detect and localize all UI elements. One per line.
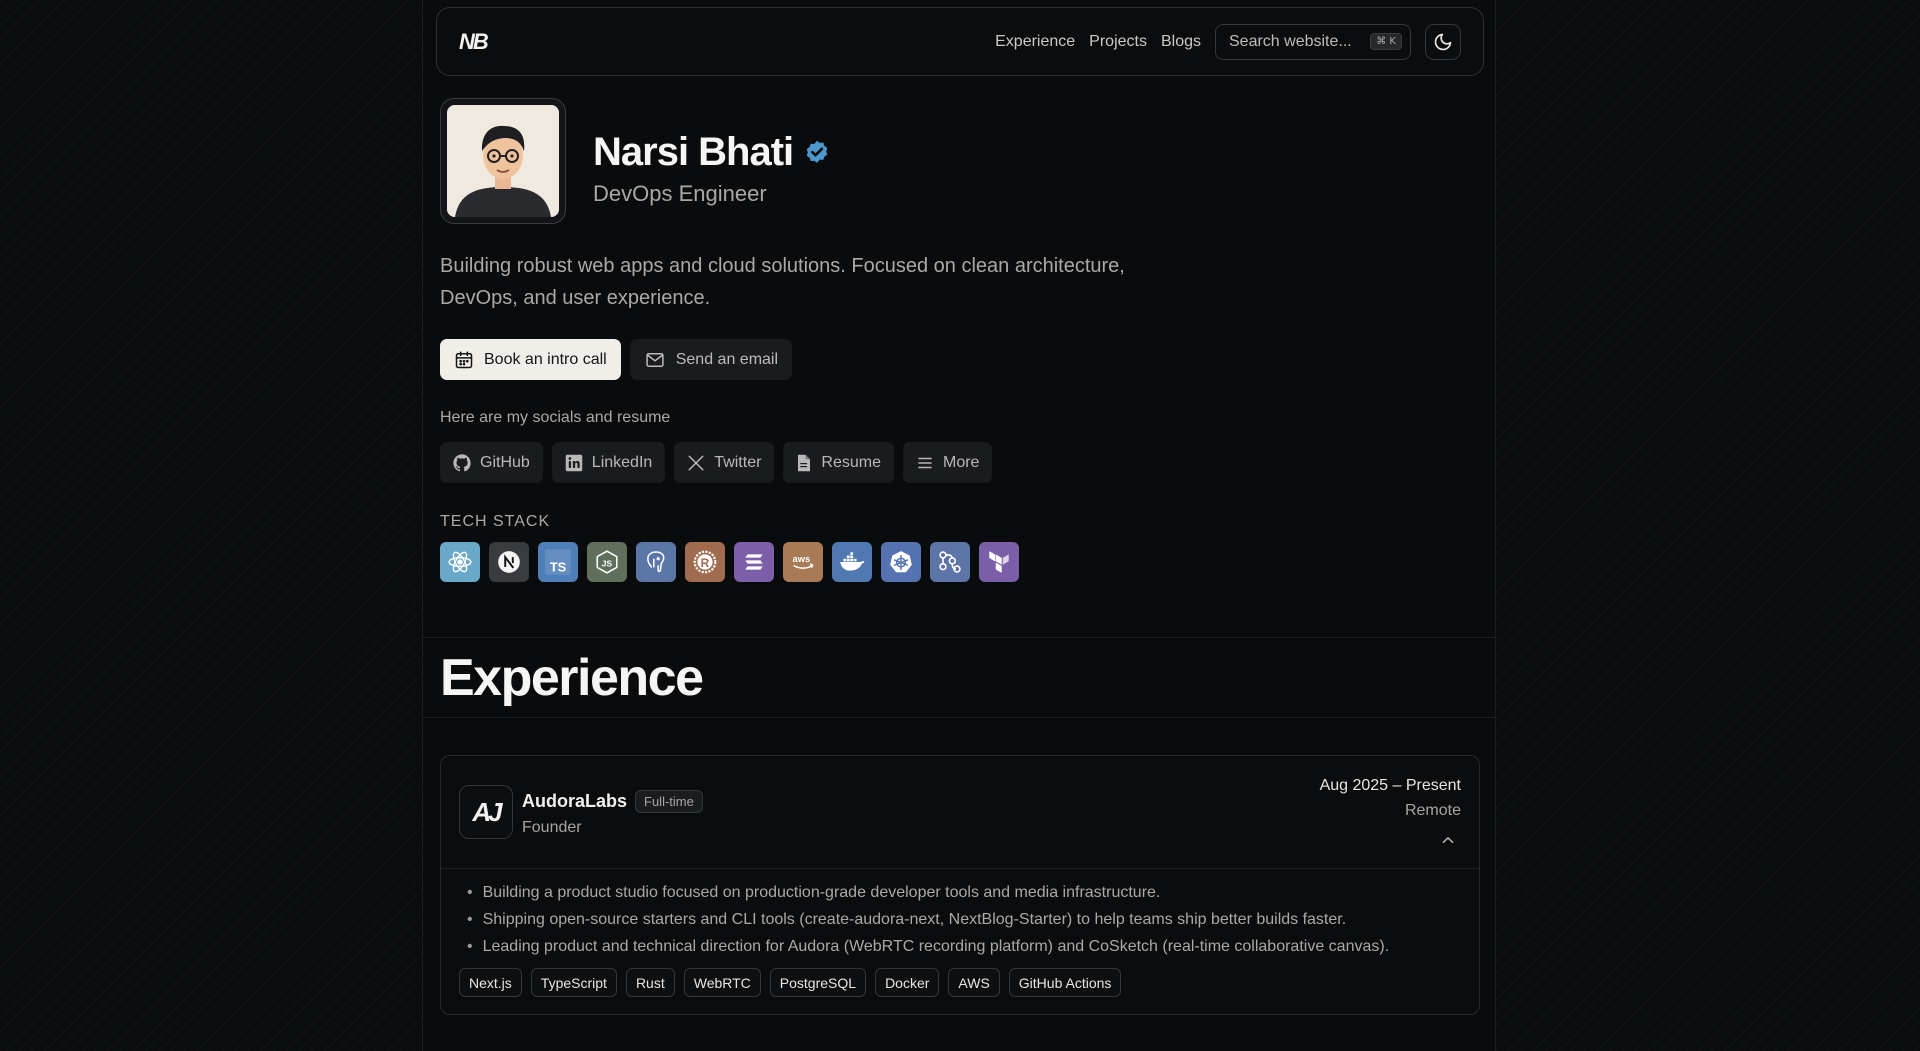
- svg-text:TS: TS: [550, 559, 567, 574]
- profile-name-text: Narsi Bhati: [593, 130, 794, 174]
- tech-tag: Rust: [625, 968, 675, 997]
- tech-tag: PostgreSQL: [769, 968, 867, 997]
- job-bullet-text: Leading product and technical direction …: [482, 938, 1390, 955]
- svg-text:JS: JS: [602, 558, 613, 568]
- nodejs-icon[interactable]: JS: [587, 542, 627, 582]
- linkedin-icon: [565, 454, 583, 471]
- linkedin-link[interactable]: LinkedIn: [551, 442, 666, 483]
- search-placeholder: Search website...: [1229, 32, 1352, 50]
- kubernetes-icon[interactable]: [881, 542, 921, 582]
- aws-icon[interactable]: aws: [783, 542, 823, 582]
- avatar: [447, 105, 559, 217]
- tech-tag: GitHub Actions: [1008, 968, 1122, 997]
- react-icon[interactable]: [440, 542, 480, 582]
- socials-label: Here are my socials and resume: [440, 409, 671, 426]
- book-intro-call-label: Book an intro call: [484, 350, 607, 368]
- job-bullet-text: Building a product studio focused on pro…: [482, 884, 1161, 901]
- nav-link-projects[interactable]: Projects: [1089, 33, 1147, 51]
- terraform-icon[interactable]: [979, 542, 1019, 582]
- profile-name: Narsi Bhati: [593, 130, 831, 175]
- rust-icon[interactable]: R: [685, 542, 725, 582]
- resume-label: Resume: [821, 453, 881, 471]
- twitter-label: Twitter: [714, 453, 762, 471]
- svg-text:aws: aws: [793, 554, 811, 564]
- tech-tag: Next.js: [459, 968, 522, 997]
- more-button[interactable]: More: [903, 442, 993, 483]
- company-logo: AJ: [459, 785, 513, 839]
- company-row: AudoraLabs Full-time: [522, 790, 703, 813]
- job-bullets: Building a product studio focused on pro…: [467, 879, 1390, 960]
- chevron-up-icon[interactable]: [1439, 831, 1457, 849]
- x-twitter-icon: [688, 455, 704, 470]
- experience-card: AJ AudoraLabs Full-time Founder Aug 2025…: [440, 755, 1480, 1015]
- tech-tag: Docker: [875, 968, 940, 997]
- nav-link-blogs[interactable]: Blogs: [1161, 33, 1201, 51]
- socials-row: GitHub LinkedIn Twitter Resume More: [440, 442, 993, 483]
- section-divider: [423, 637, 1497, 638]
- company-name: AudoraLabs: [522, 791, 628, 811]
- job-tags: Next.js TypeScript Rust WebRTC PostgreSQ…: [459, 968, 1122, 997]
- github-icon: [453, 453, 471, 471]
- calendar-icon: [455, 350, 473, 368]
- tech-stack-label: TECH STACK: [440, 513, 551, 530]
- book-intro-call-button[interactable]: Book an intro call: [440, 339, 621, 380]
- tech-tag: AWS: [948, 968, 1000, 997]
- tech-stack-row: TS JS R aws: [440, 542, 1019, 582]
- postgresql-icon[interactable]: [636, 542, 676, 582]
- search-input[interactable]: Search website... ⌘ K: [1215, 23, 1411, 60]
- experience-heading: Experience: [440, 649, 704, 707]
- job-bullet: Shipping open-source starters and CLI to…: [467, 906, 1389, 933]
- nav-link-experience[interactable]: Experience: [995, 33, 1075, 51]
- job-position: Founder: [522, 819, 582, 836]
- tech-tag: TypeScript: [530, 968, 617, 997]
- theme-toggle-button[interactable]: [1425, 23, 1461, 60]
- experience-card-header[interactable]: AJ AudoraLabs Full-time Founder Aug 2025…: [441, 756, 1479, 869]
- document-icon: [798, 454, 811, 471]
- job-bullet-text: Shipping open-source starters and CLI to…: [482, 911, 1347, 928]
- navbar: NB Experience Projects Blogs Search webs…: [436, 7, 1484, 76]
- typescript-icon[interactable]: TS: [538, 542, 578, 582]
- cta-row: Book an intro call Send an email: [440, 339, 793, 380]
- job-dates: Aug 2025 – Present: [1319, 777, 1461, 794]
- job-bullet: Building a product studio focused on pro…: [467, 879, 1389, 906]
- svg-text:R: R: [701, 556, 710, 570]
- mail-icon: [646, 352, 664, 367]
- docker-icon[interactable]: [832, 542, 872, 582]
- nextjs-icon[interactable]: [489, 542, 529, 582]
- job-bullet: Leading product and technical direction …: [467, 933, 1390, 960]
- tech-tag: WebRTC: [683, 968, 761, 997]
- twitter-link[interactable]: Twitter: [674, 442, 775, 483]
- send-email-button[interactable]: Send an email: [629, 339, 793, 380]
- resume-link[interactable]: Resume: [783, 442, 894, 483]
- moon-icon: [1434, 33, 1452, 50]
- menu-icon: [918, 457, 932, 468]
- profile-bio: Building robust web apps and cloud solut…: [440, 255, 1125, 309]
- linkedin-label: LinkedIn: [591, 453, 653, 471]
- avatar-frame: [440, 98, 566, 224]
- github-link[interactable]: GitHub: [440, 442, 543, 483]
- employment-type-badge: Full-time: [635, 790, 703, 813]
- nav-links: Experience Projects Blogs Search website…: [995, 23, 1411, 60]
- job-location: Remote: [1404, 802, 1461, 819]
- site-logo[interactable]: NB: [459, 29, 489, 55]
- solana-icon[interactable]: [734, 542, 774, 582]
- main-column: NB Experience Projects Blogs Search webs…: [422, 0, 1497, 1051]
- search-shortcut: ⌘ K: [1370, 33, 1402, 50]
- github-label: GitHub: [480, 453, 530, 471]
- profile-role: DevOps Engineer: [593, 181, 767, 206]
- profile-heading: Narsi Bhati DevOps Engineer: [593, 130, 831, 207]
- send-email-label: Send an email: [675, 350, 779, 368]
- github-actions-icon[interactable]: [930, 542, 970, 582]
- section-divider: [423, 717, 1497, 718]
- verified-badge-icon: [806, 140, 828, 163]
- more-label: More: [943, 453, 980, 471]
